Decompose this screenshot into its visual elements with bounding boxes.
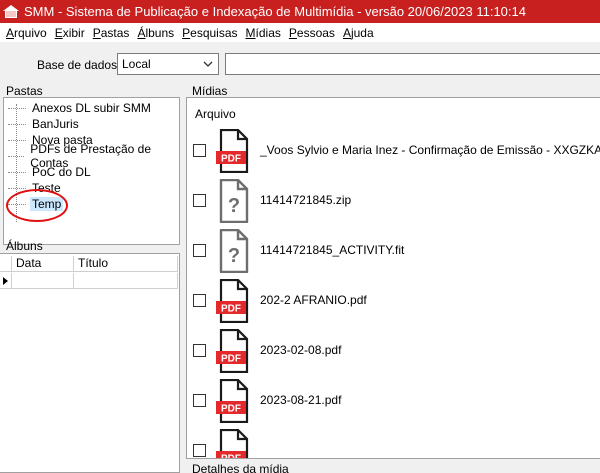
chevron-down-icon[interactable] (200, 56, 216, 72)
media-filename: 2023-08-21.pdf (260, 393, 342, 407)
row-pointer-icon (3, 276, 8, 285)
menu-item[interactable]: Ajuda (340, 26, 379, 40)
annotation-ring (6, 189, 68, 222)
folder-item[interactable]: PDFs de Prestação de Contas (8, 142, 179, 170)
database-label: Base de dados: (37, 58, 121, 72)
media-item[interactable]: ? 11414721845_ACTIVITY.fit (187, 227, 600, 277)
pdf-file-icon[interactable]: PDF (216, 328, 250, 374)
row-indicator (0, 273, 12, 288)
folder-label: PoC do DL (32, 165, 91, 179)
svg-text:PDF: PDF (221, 154, 241, 165)
menu-item[interactable]: Arquivo (3, 26, 52, 40)
database-select-value: Local (122, 57, 151, 71)
media-title: Mídias (192, 84, 228, 98)
media-checkbox[interactable] (193, 394, 206, 407)
menu-item[interactable]: Exibir (52, 26, 90, 40)
albums-header: Data Título (0, 256, 178, 272)
albums-grid: Data Título (0, 253, 180, 473)
media-item[interactable]: PDF 2023-02-08.pdf (187, 327, 600, 377)
column-header-titulo[interactable]: Título (74, 256, 178, 271)
window-title: SMM - Sistema de Publicação e Indexação … (24, 4, 526, 19)
folder-label: BanJuris (32, 117, 79, 131)
media-checkbox[interactable] (193, 194, 206, 207)
media-filename: 11414721845.zip (260, 193, 352, 207)
folder-label: Anexos DL subir SMM (32, 101, 151, 115)
right-pane: Mídias Arquivo PDF _Voos Sylvio e Maria I… (186, 82, 600, 473)
media-item[interactable]: PDF _Voos Sylvio e Maria Inez - Confirmaç… (187, 127, 600, 177)
media-filename: 11414721845_ACTIVITY.fit (260, 243, 405, 257)
albums-row[interactable] (0, 273, 178, 289)
database-bar: Base de dados: Local (0, 42, 600, 82)
pdf-file-icon[interactable]: PDF (216, 428, 250, 460)
menu-bar: Arquivo Exibir Pastas Álbuns Pesquisas Mídias… (0, 23, 600, 42)
pdf-file-icon[interactable]: PDF (216, 378, 250, 424)
media-item[interactable]: PDF 2023-08-21.pdf (187, 377, 600, 427)
column-header-data[interactable]: Data (12, 256, 74, 271)
details-title: Detalhes da mídia (192, 462, 289, 473)
svg-text:PDF: PDF (221, 454, 241, 460)
media-item[interactable]: PDF (187, 427, 600, 460)
svg-text:PDF: PDF (221, 354, 241, 365)
folders-title: Pastas (6, 84, 43, 98)
app-icon (3, 4, 19, 19)
media-checkbox[interactable] (193, 294, 206, 307)
media-item[interactable]: ? 11414721845.zip (187, 177, 600, 227)
media-checkbox[interactable] (193, 244, 206, 257)
unknown-file-icon[interactable]: ? (216, 178, 250, 224)
menu-item[interactable]: Pesquisas (179, 26, 242, 40)
column-header-arquivo[interactable]: Arquivo (195, 107, 236, 121)
folder-item[interactable]: PoC do DL (8, 164, 93, 180)
folders-tree: Anexos DL subir SMM BanJuris Nova pasta PDF… (3, 97, 180, 245)
media-checkbox[interactable] (193, 144, 206, 157)
albums-title: Álbuns (6, 239, 43, 253)
svg-text:PDF: PDF (221, 304, 241, 315)
media-checkbox[interactable] (193, 344, 206, 357)
unknown-file-icon[interactable]: ? (216, 228, 250, 274)
media-list: Arquivo PDF _Voos Sylvio e Maria Inez - C… (186, 97, 600, 459)
media-filename: _Voos Sylvio e Maria Inez - Confirmação … (260, 143, 600, 157)
media-checkbox[interactable] (193, 444, 206, 457)
menu-item[interactable]: Mídias (243, 26, 286, 40)
menu-item[interactable]: Pessoas (286, 26, 340, 40)
folder-item[interactable]: Anexos DL subir SMM (8, 100, 153, 116)
media-filename: 2023-02-08.pdf (260, 343, 342, 357)
database-select[interactable]: Local (117, 53, 219, 75)
menu-item[interactable]: Pastas (90, 26, 135, 40)
pdf-file-icon[interactable]: PDF (216, 278, 250, 324)
pdf-file-icon[interactable]: PDF (216, 128, 250, 174)
folder-item[interactable]: BanJuris (8, 116, 81, 132)
menu-item[interactable]: Álbuns (134, 26, 179, 40)
left-pane: Pastas Anexos DL subir SMM BanJuris Nova p… (0, 82, 180, 473)
svg-text:?: ? (228, 245, 240, 267)
media-filename: 202-2 AFRANIO.pdf (260, 293, 367, 307)
svg-text:?: ? (228, 195, 240, 217)
svg-text:PDF: PDF (221, 404, 241, 415)
search-input[interactable] (225, 53, 600, 75)
title-bar: SMM - Sistema de Publicação e Indexação … (0, 0, 600, 23)
media-item[interactable]: PDF 202-2 AFRANIO.pdf (187, 277, 600, 327)
